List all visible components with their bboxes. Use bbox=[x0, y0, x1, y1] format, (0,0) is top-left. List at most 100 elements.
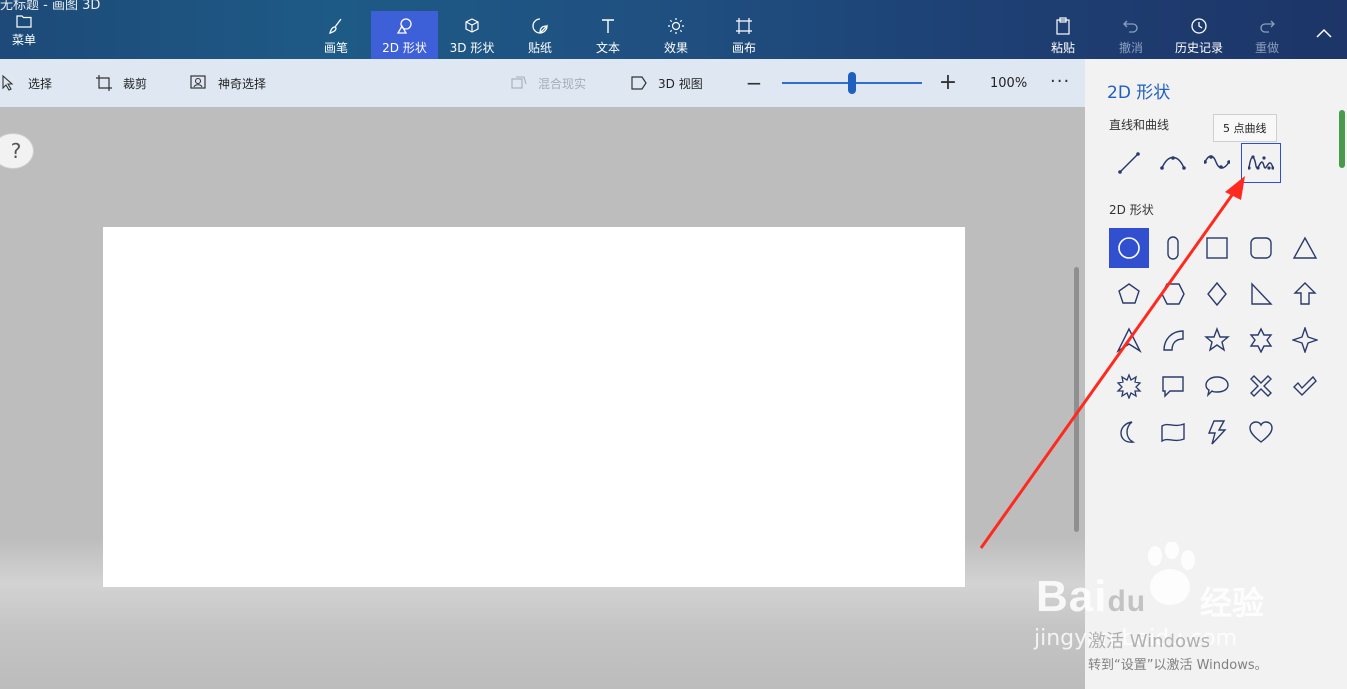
select-label: 选择 bbox=[28, 76, 53, 91]
history-button[interactable]: 历史记录 bbox=[1166, 11, 1232, 59]
zoom-out-button[interactable]: − bbox=[745, 73, 763, 93]
tab-3d-shapes[interactable]: 3D 形状 bbox=[439, 11, 505, 59]
menu-button[interactable]: 菜单 bbox=[4, 14, 44, 48]
3d-view-label: 3D 视图 bbox=[658, 76, 703, 91]
brush-icon bbox=[328, 18, 342, 35]
shape-button-banner[interactable] bbox=[1153, 412, 1193, 452]
mixed-reality-button[interactable]: 混合现实 bbox=[510, 59, 586, 107]
shape-button-quarter-circle[interactable] bbox=[1153, 320, 1193, 360]
circle-icon bbox=[1118, 237, 1140, 259]
menu-label: 菜单 bbox=[11, 33, 36, 47]
shape-button-line[interactable] bbox=[1109, 143, 1149, 183]
tab-brushes[interactable]: 画笔 bbox=[303, 11, 369, 59]
shape-button-cross[interactable] bbox=[1241, 366, 1281, 406]
select-button[interactable]: 选择 bbox=[0, 59, 52, 107]
3d-view-button[interactable]: 3D 视图 bbox=[630, 59, 703, 107]
shape-button-circle[interactable] bbox=[1109, 228, 1149, 268]
shape-button-pill[interactable] bbox=[1153, 228, 1193, 268]
pentagon-icon bbox=[1118, 283, 1140, 304]
tab-label: 贴纸 bbox=[527, 41, 552, 55]
shape-button-star-five[interactable] bbox=[1197, 320, 1237, 360]
sticker-icon bbox=[532, 18, 548, 34]
crop-icon bbox=[96, 75, 112, 91]
shape-button-rounded-square[interactable] bbox=[1241, 228, 1281, 268]
shape-button-arrowhead[interactable] bbox=[1109, 320, 1149, 360]
shape-button-right-triangle[interactable] bbox=[1241, 274, 1281, 314]
shape-button-hexagon[interactable] bbox=[1153, 274, 1193, 314]
quarter-circle-icon bbox=[1163, 330, 1184, 351]
shape-button-arrow-up[interactable] bbox=[1285, 274, 1325, 314]
chevron-up-icon[interactable] bbox=[1313, 26, 1335, 42]
tab-2d-shapes[interactable]: 2D 形状 bbox=[371, 11, 438, 59]
heart-icon bbox=[1249, 421, 1273, 443]
square-icon bbox=[1206, 237, 1228, 259]
moon-icon bbox=[1120, 421, 1136, 443]
zoom-value: 100% bbox=[990, 76, 1028, 91]
tab-text[interactable]: 文本 bbox=[575, 11, 641, 59]
text-icon bbox=[602, 19, 614, 33]
3d-view-icon bbox=[631, 76, 647, 90]
star-six-icon bbox=[1249, 327, 1273, 353]
tab-label: 文本 bbox=[595, 41, 620, 55]
tab-stickers[interactable]: 贴纸 bbox=[507, 11, 573, 59]
magic-select-label: 神奇选择 bbox=[218, 76, 267, 91]
clipboard-icon bbox=[1056, 17, 1070, 35]
zoom-in-button[interactable]: + bbox=[938, 72, 958, 94]
shapes-section-label: 2D 形状 bbox=[1109, 203, 1154, 217]
lightning-icon bbox=[1207, 420, 1227, 445]
shape-button-five-point-curve[interactable] bbox=[1241, 143, 1281, 183]
panel-scrollbar[interactable] bbox=[1339, 110, 1345, 168]
tab-label: 2D 形状 bbox=[382, 41, 427, 55]
mixed-reality-icon bbox=[511, 76, 527, 89]
shape-button-lightning[interactable] bbox=[1197, 412, 1237, 452]
folder-icon bbox=[16, 15, 32, 28]
shape-button-curve[interactable] bbox=[1153, 143, 1193, 183]
shape-button-square[interactable] bbox=[1197, 228, 1237, 268]
3d-cube-icon bbox=[465, 18, 479, 33]
2d-shapes-icon bbox=[396, 18, 412, 34]
shape-button-diamond[interactable] bbox=[1197, 274, 1237, 314]
paw-icon bbox=[1148, 542, 1195, 605]
triangle-icon bbox=[1292, 236, 1318, 259]
shape-button-check[interactable] bbox=[1285, 366, 1325, 406]
tab-label: 画笔 bbox=[323, 41, 348, 55]
hexagon-icon bbox=[1161, 283, 1185, 305]
star-five-icon bbox=[1204, 327, 1230, 352]
right-triangle-icon bbox=[1251, 282, 1273, 305]
workspace-scrollbar[interactable] bbox=[1074, 267, 1079, 532]
undo-button[interactable]: 撤消 bbox=[1098, 11, 1164, 59]
five-point-curve-icon bbox=[1248, 155, 1274, 170]
help-button[interactable]: ? bbox=[0, 133, 34, 169]
pointer-icon bbox=[2, 74, 14, 91]
crop-button[interactable]: 裁剪 bbox=[95, 59, 147, 107]
tab-canvas[interactable]: 画布 bbox=[711, 11, 777, 59]
shape-button-speech-rect[interactable] bbox=[1153, 366, 1193, 406]
shape-button-speech-round[interactable] bbox=[1197, 366, 1237, 406]
arrow-up-icon bbox=[1293, 282, 1317, 305]
shape-button-triangle[interactable] bbox=[1285, 228, 1325, 268]
zoom-slider-thumb[interactable] bbox=[848, 72, 856, 94]
paste-label: 粘贴 bbox=[1050, 41, 1075, 55]
paste-button[interactable]: 粘贴 bbox=[1030, 11, 1096, 59]
shape-button-three-point-curve[interactable] bbox=[1197, 143, 1237, 183]
shape-button-star-four[interactable] bbox=[1285, 320, 1325, 360]
redo-button[interactable]: 重做 bbox=[1234, 11, 1300, 59]
shape-button-burst[interactable] bbox=[1109, 366, 1149, 406]
drawing-canvas[interactable] bbox=[103, 227, 965, 587]
shape-button-star-six[interactable] bbox=[1241, 320, 1281, 360]
more-options-button[interactable]: ··· bbox=[1050, 71, 1070, 92]
window-title: 无标题 - 画图 3D bbox=[0, 0, 101, 13]
cross-icon bbox=[1250, 375, 1272, 397]
shape-button-moon[interactable] bbox=[1109, 412, 1149, 452]
undo-icon bbox=[1123, 20, 1138, 33]
activation-title: 激活 Windows bbox=[1088, 631, 1211, 652]
workspace: ? bbox=[0, 107, 1085, 689]
magic-select-button[interactable]: 神奇选择 bbox=[190, 59, 266, 107]
arrowhead-icon bbox=[1116, 327, 1142, 353]
tab-effects[interactable]: 效果 bbox=[643, 11, 709, 59]
undo-label: 撤消 bbox=[1118, 41, 1143, 55]
speech-round-icon bbox=[1205, 376, 1229, 398]
shape-button-heart[interactable] bbox=[1241, 412, 1281, 452]
speech-rect-icon bbox=[1162, 376, 1184, 398]
shape-button-pentagon[interactable] bbox=[1109, 274, 1149, 314]
